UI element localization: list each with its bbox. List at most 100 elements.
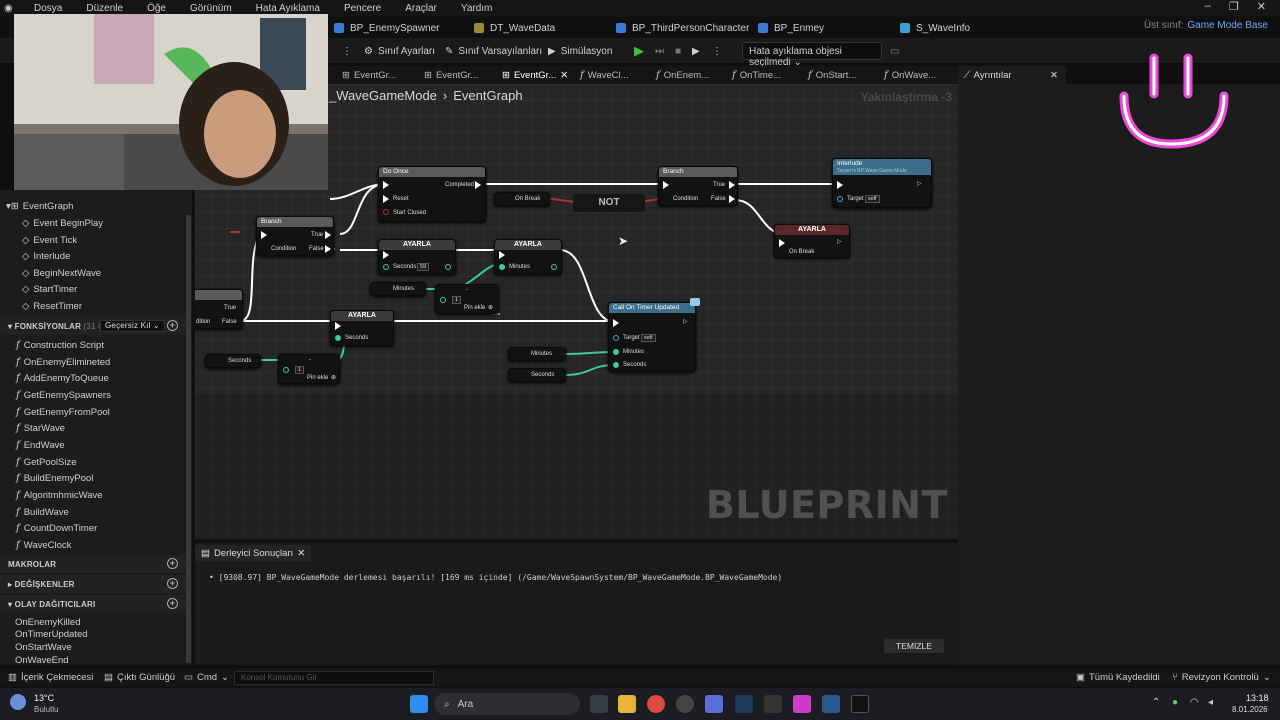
exec-pin-icon[interactable] [325,231,331,239]
event-item[interactable]: ◇ BeginNextWave [22,265,101,281]
stop-icon[interactable]: ■ [675,43,681,59]
function-item[interactable]: f CountDownTimer [16,520,97,536]
task-view-icon[interactable] [590,695,608,713]
function-item[interactable]: f Construction Script [16,337,104,353]
branch-node[interactable]: Branch True Condition False [658,166,738,206]
dispatcher-item[interactable]: OnWaveEnd [15,652,69,668]
eject-icon[interactable]: ▶ [692,43,700,59]
exec-pin-icon[interactable] [499,251,505,259]
set-onbreak-node[interactable]: AYARLA ▷ On Break [774,224,850,258]
dispatchers-section[interactable]: ▾ OLAY DAĞITICILARI + [0,595,188,613]
subtract-value[interactable]: 1 [452,296,462,304]
simulation-button[interactable]: ▶ Simülasyon [548,43,612,59]
subtract-value[interactable]: 1 [295,366,305,374]
exec-pin-icon[interactable] [613,319,619,327]
exec-pin-icon[interactable] [383,251,389,259]
function-item[interactable]: f StarWave [16,420,65,436]
exec-pin-icon[interactable] [779,239,785,247]
seconds-value[interactable]: 59 [417,263,430,271]
add-pin-label[interactable]: Pin ekle [307,375,328,381]
menu-file[interactable]: Dosya [22,3,74,14]
tab-bp-enmey[interactable]: BP_Enmey [758,19,824,37]
interlude-node[interactable]: Interlude Target is BP Wave Game Mode ▷ T… [832,158,932,208]
float-pin-icon[interactable] [551,264,557,270]
minimize-icon[interactable]: – [1205,0,1211,13]
maximize-icon[interactable]: ❐ [1229,0,1239,13]
exec-pin-icon[interactable] [729,195,735,203]
close-icon[interactable]: ✕ [297,548,305,559]
console-input[interactable]: Konsol Komutunu Gir [234,671,434,685]
wifi-icon[interactable]: ◠ [1190,697,1199,708]
tab-bp-enemyspawner[interactable]: BP_EnemySpawner [334,19,440,37]
taskbar-search[interactable]: ⌕ Ara [434,693,580,715]
float-pin-icon[interactable] [283,367,289,373]
step-icon[interactable]: ⏭ [655,43,664,59]
event-graph-item[interactable]: ▾⊞ EventGraph [6,198,73,214]
subtract-node[interactable]: - 1 Pin ekle ⊕ [435,284,499,314]
macros-section[interactable]: MAKROLAR + [0,555,188,573]
not-node[interactable]: NOT [573,194,645,212]
set-seconds-node[interactable]: AYARLA Seconds [330,310,394,346]
exec-pin-icon[interactable] [729,181,735,189]
save-all-button[interactable]: ▣ Tümü Kaydedildi [1076,672,1160,683]
function-item[interactable]: f AddEnemyToQueue [16,370,109,386]
class-settings-button[interactable]: ⚙ Sınıf Ayarları [364,43,435,59]
self-value[interactable]: self [641,334,656,342]
debug-browse-icon[interactable]: ▭ [890,43,899,59]
subtract-node[interactable]: - 1 Pin ekle ⊕ [278,354,340,384]
revision-control-button[interactable]: ⑂ Revizyon Kontrolü ⌄ [1172,672,1271,683]
minutes-getter[interactable]: Minutes [370,282,426,296]
minutes-getter[interactable]: Minutes [508,347,566,361]
unreal-engine-icon[interactable] [851,695,869,713]
exec-out-icon[interactable]: ▷ [917,180,922,187]
exec-out-icon[interactable]: ▷ [837,238,842,245]
float-pin-icon[interactable] [613,362,619,368]
event-item[interactable]: ◇ StartTimer [22,281,77,297]
branch-node-partial[interactable]: True dition False [195,289,243,329]
menu-tools[interactable]: Araçlar [393,3,449,14]
on-break-getter[interactable]: On Break [494,192,550,206]
tab-details[interactable]: ⁄ Ayrıntılar ✕ [958,66,1066,84]
exec-pin-icon[interactable] [837,181,843,189]
left-panel-scrollbar[interactable] [186,215,191,663]
function-item[interactable]: f BuildEnemyPool [16,470,93,486]
tab-onenemy[interactable]: f OnEnem... [656,68,709,82]
app-icon[interactable] [793,695,811,713]
override-dropdown[interactable]: Geçersiz Kıl ⌄ [100,320,165,332]
store-icon[interactable] [705,695,723,713]
bool-pin-icon[interactable] [383,209,389,215]
content-drawer-button[interactable]: ▥ İçerik Çekmecesi [8,672,93,683]
object-pin-icon[interactable] [837,196,843,202]
event-item[interactable]: ◇ Interlude [22,248,70,264]
app-icon[interactable] [822,695,840,713]
self-value[interactable]: self [865,195,880,203]
tab-eventgraph-1[interactable]: ⊞ EventGr... [342,68,396,82]
tab-bp-thirdperson[interactable]: BP_ThirdPersonCharacter [616,19,749,37]
exec-out-icon[interactable]: ▷ [683,318,688,325]
windows-start-icon[interactable] [410,695,428,713]
steam-icon[interactable] [735,695,753,713]
add-pin-icon[interactable]: ⊕ [488,304,493,311]
float-pin-icon[interactable] [445,264,451,270]
add-variable-icon[interactable]: + [167,578,178,589]
function-item[interactable]: f OnEnemyElimineted [16,354,110,370]
chrome-icon[interactable] [647,695,665,713]
app-icon[interactable] [676,695,694,713]
close-icon[interactable]: ✕ [560,70,568,81]
event-item[interactable]: ◇ Event BeginPlay [22,215,103,231]
cmd-dropdown[interactable]: ▭ Cmd ⌄ [184,672,229,683]
float-pin-icon[interactable] [383,264,389,270]
tab-dt-wavedata[interactable]: DT_WaveData [474,19,555,37]
add-pin-icon[interactable]: ⊕ [331,374,336,381]
event-item[interactable]: ◇ Event Tick [22,232,77,248]
tab-waveclock[interactable]: f WaveCl... [580,68,629,82]
add-function-icon[interactable]: + [167,320,178,331]
do-once-node[interactable]: Do Once Completed Reset Start Closed [378,166,486,222]
unreal-logo-icon[interactable]: ◉ [0,3,22,14]
epic-games-icon[interactable] [764,695,782,713]
functions-section[interactable]: ▾ FONKSİYONLAR (31 GEÇE Geçersiz Kıl ⌄ + [0,317,188,335]
function-item[interactable]: f BuildWave [16,504,69,520]
function-item[interactable]: f WaveClock [16,537,71,553]
add-dispatcher-icon[interactable]: + [167,598,178,609]
tab-onwave[interactable]: f OnWave... [884,68,936,82]
